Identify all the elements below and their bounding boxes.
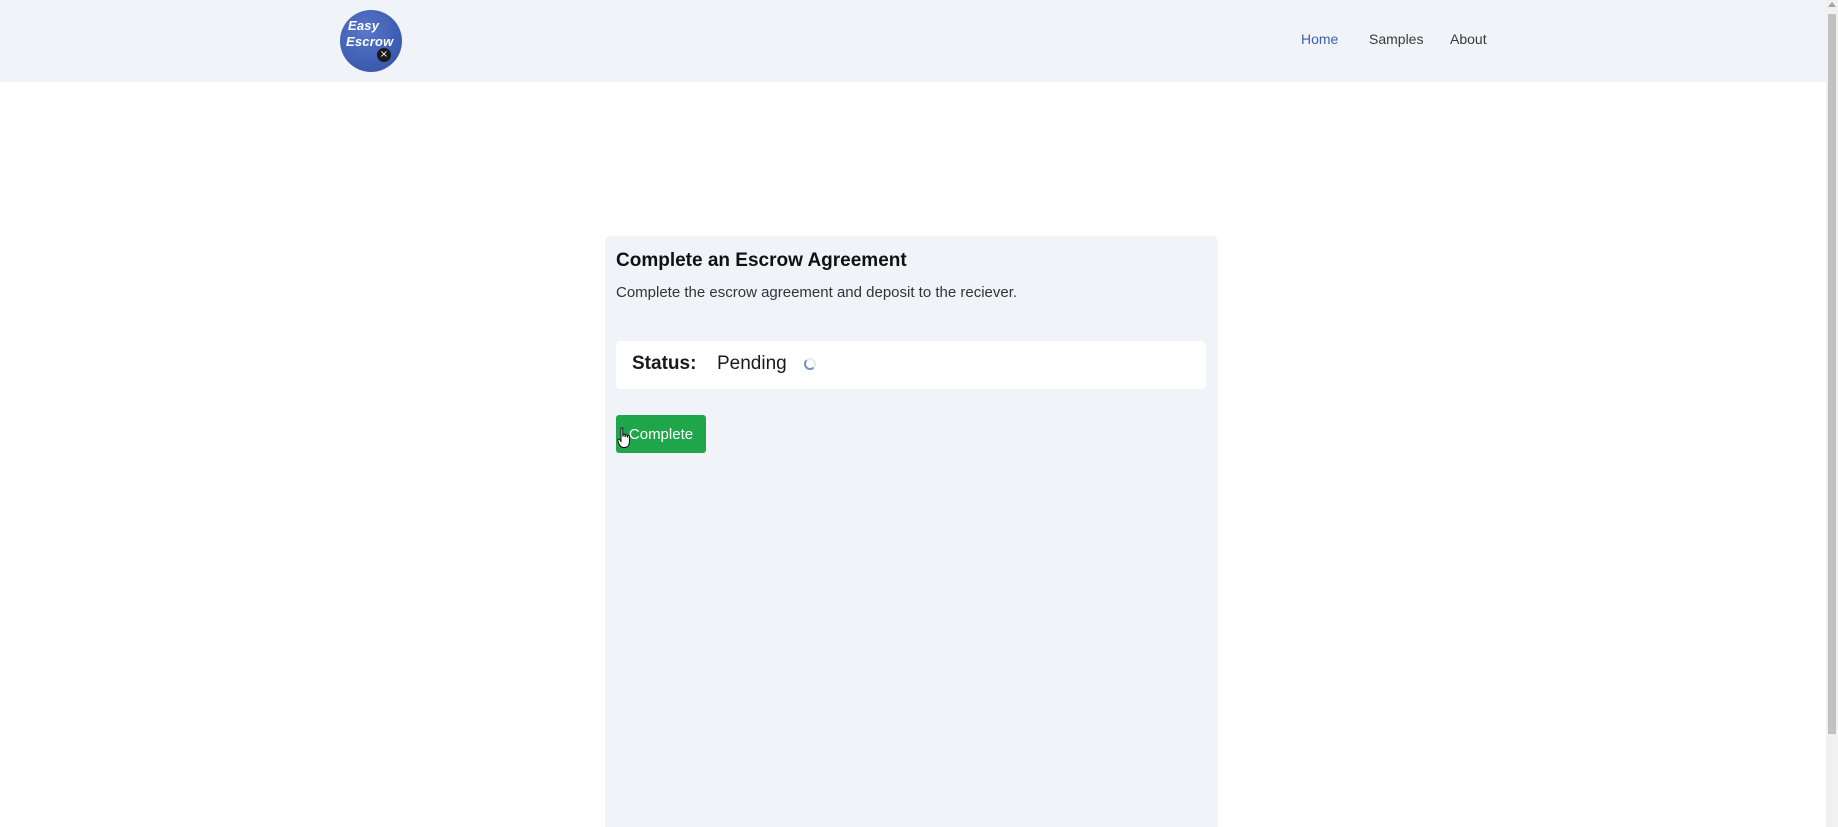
easy-escrow-logo[interactable]: Easy Escrow × [340,10,402,72]
status-label: Status: [632,353,697,374]
card-subtitle: Complete the escrow agreement and deposi… [616,284,1018,301]
escrow-card: Complete an Escrow Agreement Complete th… [605,236,1218,827]
scrollbar-thumb[interactable] [1828,14,1836,734]
nav-about-link[interactable]: About [1450,31,1487,47]
status-value: Pending [717,353,787,374]
close-circle-icon: × [377,48,391,62]
loading-spinner-icon [804,358,816,370]
logo-line-1: Easy [348,18,380,33]
vertical-scrollbar[interactable] [1826,0,1838,827]
page: Easy Escrow × Home Samples About Complet… [0,0,1838,827]
card-title: Complete an Escrow Agreement [616,250,907,271]
hand-pointer-cursor-icon [617,427,630,448]
nav-home-link[interactable]: Home [1301,31,1338,47]
status-box: Status: Pending [616,341,1206,389]
nav-samples-link[interactable]: Samples [1369,31,1423,47]
logo-text: Easy Escrow [346,18,393,50]
header-bar: Easy Escrow × Home Samples About [0,0,1826,82]
scroll-up-arrow-icon[interactable] [1828,2,1836,7]
